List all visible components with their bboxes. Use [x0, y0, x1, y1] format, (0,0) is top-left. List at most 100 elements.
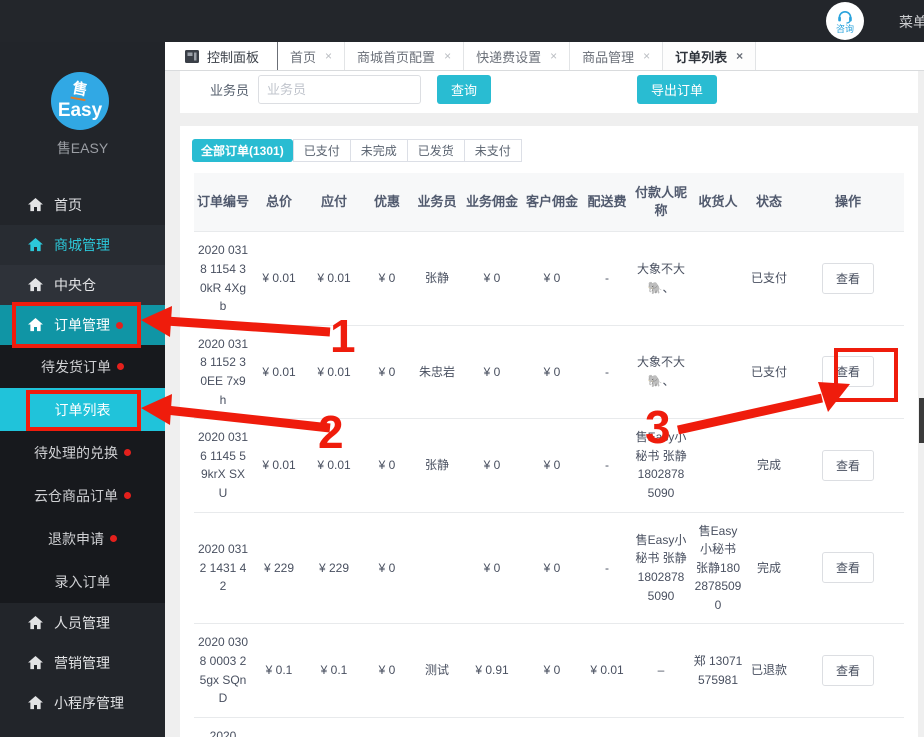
customer-commission-cell: ¥ 0 — [522, 231, 582, 326]
topbar-menu-label[interactable]: 菜单 — [899, 12, 924, 32]
discount-cell: ¥ 0 — [362, 325, 412, 420]
control-panel-label: 控制面板 — [207, 49, 260, 65]
salesman-cell: 张静 — [412, 231, 462, 326]
status-cell: 已支付 — [746, 325, 792, 420]
payable-cell: ¥ 0.01 — [306, 325, 362, 420]
close-icon[interactable]: × — [550, 49, 557, 63]
order-no-cell: 2020 0312 1431 42 — [194, 512, 252, 625]
sidebar-item-label: 录入订单 — [54, 573, 111, 590]
sidebar-item-label: 退款申请 — [48, 530, 104, 547]
export-orders-button[interactable]: 导出订单 — [637, 74, 718, 104]
sidebar-item-label: 营销管理 — [54, 655, 110, 671]
customer-commission-cell: ¥ 0 — [522, 623, 582, 718]
salesman-cell — [412, 512, 462, 625]
view-button[interactable]: 查看 — [821, 552, 874, 584]
brand-name: 售EASY — [56, 140, 109, 156]
sidebar-item-label: 首页 — [54, 197, 82, 213]
view-button[interactable]: 查看 — [821, 263, 874, 295]
home-icon — [28, 318, 43, 332]
sidebar-item-order-mgmt[interactable]: 订单管理 — [0, 305, 165, 345]
logo-word: Easy — [57, 99, 103, 121]
sidebar-item-label: 商城管理 — [54, 237, 110, 253]
receiver-cell: 郑 13071575981 — [690, 623, 746, 718]
tab-label: 快递费设置 — [476, 49, 542, 65]
control-panel-button[interactable]: 控制面板 — [165, 42, 279, 70]
sidebar-item-home[interactable]: 首页 — [0, 185, 165, 225]
sidebar-item-marketing-mgmt[interactable]: 营销管理 — [0, 643, 165, 683]
sidebar-item-label: 人员管理 — [54, 615, 110, 631]
close-icon[interactable]: × — [444, 49, 451, 63]
col-delivery-fee: 配送费 — [582, 173, 632, 232]
sidebar-item-order-list[interactable]: 订单列表 — [0, 388, 165, 431]
view-button[interactable]: 查看 — [821, 655, 874, 687]
delivery-fee-cell: ¥ 0.01 — [582, 623, 632, 718]
sidebar-item-mall-mgmt[interactable]: 商城管理 — [0, 225, 165, 265]
tab-label: 商城首页配置 — [357, 49, 436, 65]
salesman-cell: 朱忠岩 — [412, 325, 462, 420]
query-button[interactable]: 查询 — [437, 74, 492, 104]
tab-product-mgmt[interactable]: 商品管理 × — [570, 42, 664, 70]
sidebar: 售 Easy 售EASY 首页 商城管理 中央仓 订单管理 待发货订单 订单列表… — [0, 42, 165, 737]
col-receiver: 收货人 — [690, 173, 746, 232]
tab-shipping-fee[interactable]: 快递费设置 × — [464, 42, 571, 70]
status-cell: 已退款 — [746, 623, 792, 718]
payer-cell: 售Easy小秘书 张静18028785090 — [632, 418, 690, 513]
filter-unpaid[interactable]: 未支付 — [464, 139, 522, 162]
order-no-cell: 2020 0318 1152 30EE 7x9h — [194, 325, 252, 420]
col-salesman: 业务员 — [412, 173, 462, 232]
sales-commission-cell: ¥ 0 — [462, 325, 522, 420]
payable-cell: ¥ 0.01 — [306, 418, 362, 513]
orders-panel: 全部订单(1301) 已支付 未完成 已发货 未支付 订单编号 总价 应付 优惠… — [180, 126, 918, 737]
sidebar-item-pending-shipment[interactable]: 待发货订单 — [0, 345, 165, 388]
consult-avatar[interactable]: 咨询 — [826, 2, 864, 40]
sidebar-item-label: 订单列表 — [54, 401, 111, 418]
sidebar-item-pending-exchange[interactable]: 待处理的兑换 — [0, 431, 165, 474]
salesman-cell: 测试 — [412, 623, 462, 718]
tab-home[interactable]: 首页 × — [278, 42, 346, 70]
total-cell: ¥ 0.01 — [252, 231, 306, 326]
sidebar-item-central-warehouse[interactable]: 中央仓 — [0, 265, 165, 305]
headset-icon — [838, 10, 852, 24]
close-icon[interactable]: × — [643, 49, 650, 63]
scrollbar-thumb[interactable] — [919, 398, 924, 443]
col-order-no: 订单编号 — [194, 173, 252, 232]
filter-shipped[interactable]: 已发货 — [407, 139, 465, 162]
table-row: 2020 0312 1431 42 ¥ 229 ¥ 229 ¥ 0 ¥ 0 ¥ … — [194, 512, 904, 625]
sidebar-item-label: 小程序管理 — [54, 695, 124, 711]
view-button[interactable]: 查看 — [821, 449, 874, 481]
salesman-input[interactable] — [258, 74, 422, 104]
receiver-cell: 售Easy小秘书 张静18028785090 — [690, 512, 746, 625]
col-payer-nickname: 付款人昵称 — [632, 173, 690, 232]
order-filter-tabs: 全部订单(1301) 已支付 未完成 已发货 未支付 — [192, 139, 918, 162]
filter-incomplete[interactable]: 未完成 — [350, 139, 408, 162]
sidebar-item-cloud-warehouse-orders[interactable]: 云仓商品订单 — [0, 474, 165, 517]
sidebar-item-personnel-mgmt[interactable]: 人员管理 — [0, 603, 165, 643]
sidebar-item-refund-request[interactable]: 退款申请 — [0, 517, 165, 560]
app-logo: 售 Easy — [51, 72, 109, 130]
sidebar-item-label: 订单管理 — [54, 317, 110, 333]
view-button-highlighted[interactable]: 查看 — [821, 356, 874, 388]
sales-commission-cell: ¥ 0 — [462, 231, 522, 326]
table-row: 2020 0318 1152 30EE 7x9h ¥ 0.01 ¥ 0.01 ¥… — [194, 325, 904, 420]
close-icon[interactable]: × — [736, 49, 743, 63]
payable-cell: ¥ 229 — [306, 512, 362, 625]
home-icon — [28, 238, 43, 252]
total-cell: ¥ 0.01 — [252, 325, 306, 420]
tab-mall-home-config[interactable]: 商城首页配置 × — [345, 42, 465, 70]
sidebar-item-enter-order[interactable]: 录入订单 — [0, 560, 165, 603]
receiver-cell — [690, 325, 746, 420]
filter-paid[interactable]: 已支付 — [292, 139, 351, 162]
content-area: 控制面板 首页 × 商城首页配置 × 快递费设置 × 商品管理 × 订单列表 × — [165, 42, 924, 737]
home-icon — [28, 656, 43, 670]
discount-cell: ¥ 0 — [362, 231, 412, 326]
sidebar-item-miniprogram-mgmt[interactable]: 小程序管理 — [0, 683, 165, 723]
topbar: 咨询 菜单 — [0, 0, 924, 42]
sidebar-item-label: 中央仓 — [54, 277, 96, 293]
close-icon[interactable]: × — [325, 49, 332, 63]
payer-cell: – — [632, 623, 690, 718]
status-cell: 完成 — [746, 418, 792, 513]
tabbar: 控制面板 首页 × 商城首页配置 × 快递费设置 × 商品管理 × 订单列表 × — [165, 42, 924, 71]
filter-all-orders[interactable]: 全部订单(1301) — [192, 139, 293, 162]
sidebar-item-label: 待处理的兑换 — [34, 444, 118, 461]
tab-order-list[interactable]: 订单列表 × — [663, 42, 757, 70]
